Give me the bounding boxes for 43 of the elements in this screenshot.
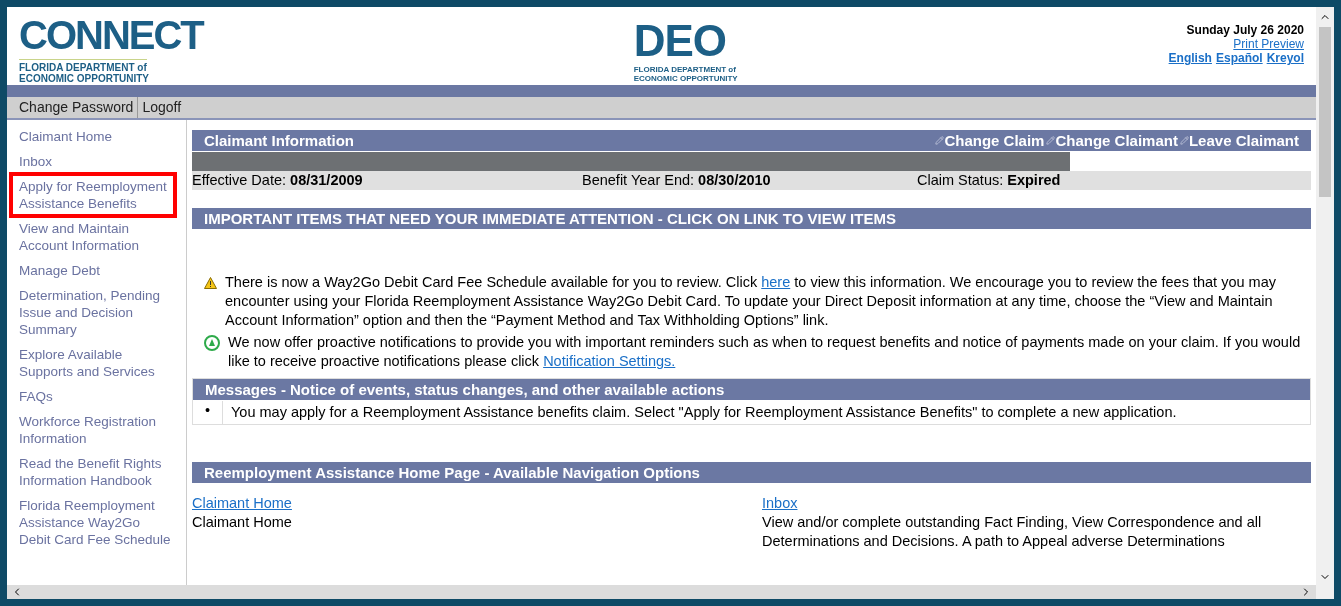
language-link[interactable]: Español <box>1215 51 1263 65</box>
sidebar-link[interactable]: View and Maintain Account Information <box>19 220 174 254</box>
claim-action-link[interactable]: Change Claim <box>935 131 1045 150</box>
bullet: • <box>193 401 223 424</box>
sidebar-link[interactable]: Apply for Reemployment Assistance Benefits <box>19 178 174 212</box>
nav-option-link[interactable]: Inbox <box>762 494 798 513</box>
sidebar-link[interactable]: Explore Available Supports and Services <box>19 346 174 380</box>
section-title: Messages - Notice of events, status changes, and other available actions <box>205 380 725 399</box>
sidebar-link[interactable]: Determination, Pending Issue and Decision Summary <box>19 287 174 338</box>
nav-option-description: View and/or complete outstanding Fact Finding, View Correspondence and all Determinations and Decisions. A path to Appeal adverse Determinations <box>762 513 1263 551</box>
section-title: Claimant Information <box>204 131 354 150</box>
logo-caption: FLORIDA DEPARTMENT of <box>633 65 736 74</box>
language-link[interactable]: English <box>1168 51 1212 65</box>
claim-field: Effective Date: 08/31/2009 <box>192 171 582 190</box>
sidebar-link[interactable]: Read the Benefit Rights Information Handbook <box>19 455 174 489</box>
sidebar-link[interactable]: Inbox <box>19 153 174 170</box>
date-text: Sunday July 26 2020 <box>1186 23 1304 37</box>
logo-caption: FLORIDA DEPARTMENT of <box>19 59 147 73</box>
notice-text: There is now a Way2Go Debit Card Fee Schedule available for you to review. Click here to view this information. We encourage you to review the fees that you may encounter using your Florida Reemployment Assistance Way2Go Debit Card. To update your Direct Deposit information at any time, choose the “View and Maintain Account Information” option and then the “Payment Method and Tax Withholding Options” link. <box>225 273 1277 330</box>
sidebar-link[interactable]: FAQs <box>19 388 174 405</box>
logo-wordmark: DEO <box>633 19 727 63</box>
section-title: IMPORTANT ITEMS THAT NEED YOUR IMMEDIATE ATTENTION - CLICK ON LINK TO VIEW ITEMS <box>204 209 896 228</box>
print-preview-link[interactable]: Print Preview <box>1233 37 1304 51</box>
logo-wordmark: CONNECT <box>19 15 203 55</box>
claim-action-link[interactable]: Change Claimant <box>1046 131 1178 150</box>
section-title: Reemployment Assistance Home Page - Available Navigation Options <box>204 463 700 482</box>
nav-option-description: Claimant Home <box>192 513 292 532</box>
claim-action-link[interactable]: Leave Claimant <box>1179 131 1299 150</box>
top-link[interactable]: Logoff <box>137 97 182 118</box>
top-link[interactable]: Change Password <box>19 97 134 118</box>
language-link[interactable]: Kreyol <box>1266 51 1304 65</box>
notice-text: We now offer proactive notifications to provide you with important reminders such as when to request benefits and notice of payments made on your claim. If you would like to receive proactive notifications please click Notification Settings. <box>228 333 1302 371</box>
sidebar-link[interactable]: Florida Reemployment Assistance Way2Go Debit Card Fee Schedule <box>19 497 174 548</box>
sidebar-link[interactable]: Claimant Home <box>19 128 174 145</box>
notice-link[interactable]: here <box>761 274 791 290</box>
claim-field: Claim Status: Expired <box>917 171 1311 190</box>
claim-field: Benefit Year End: 08/30/2010 <box>582 171 917 190</box>
sidebar-link[interactable]: Manage Debt <box>19 262 174 279</box>
logo-caption: ECONOMIC OPPORTUNITY <box>633 74 738 83</box>
notice-link[interactable]: Notification Settings. <box>543 353 676 369</box>
nav-option-link[interactable]: Claimant Home <box>192 494 292 513</box>
sidebar-link[interactable]: Workforce Registration Information <box>19 413 174 447</box>
message-text: You may apply for a Reemployment Assistance benefits claim. Select "Apply for Reemployment Assistance Benefits" to complete a new application. <box>230 403 1177 422</box>
